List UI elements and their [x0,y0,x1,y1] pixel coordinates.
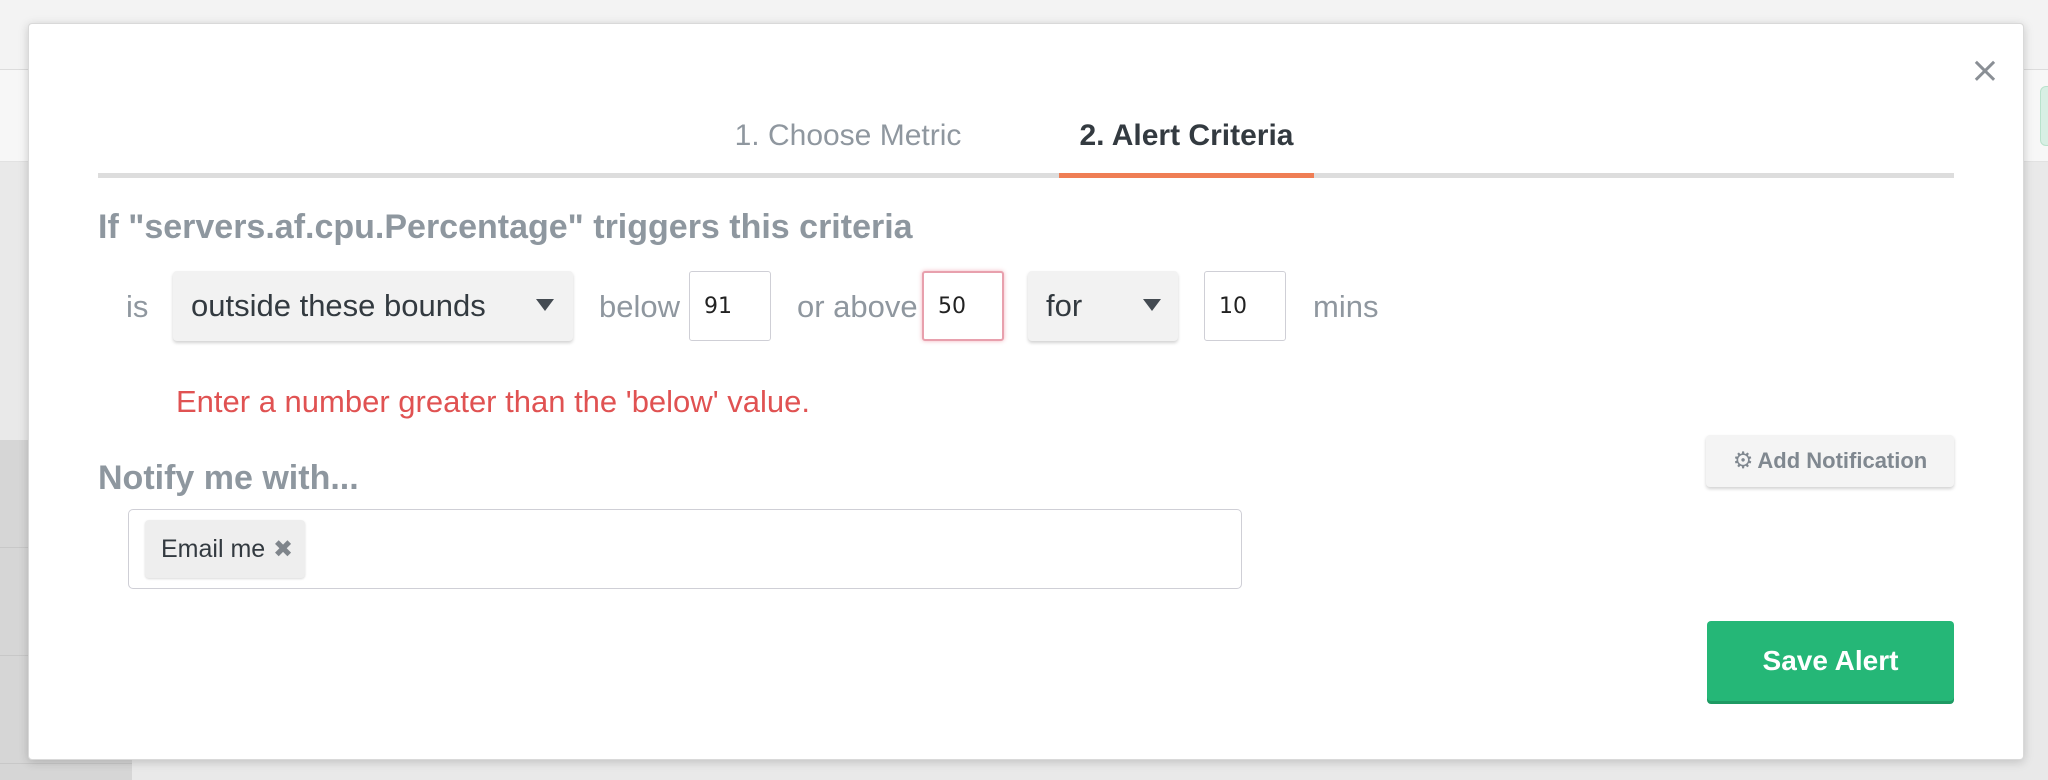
is-label: is [126,289,149,324]
add-notification-button[interactable]: ⚙ Add Notification [1706,435,1954,487]
wizard-tabs: 1. Choose Metric 2. Alert Criteria [98,94,1954,178]
condition-select[interactable]: outside these bounds [173,271,573,341]
remove-tag-icon[interactable]: ✖ [273,530,293,568]
save-alert-button[interactable]: Save Alert [1707,621,1954,701]
notify-heading: Notify me with... [98,459,359,497]
tab-choose-metric[interactable]: 1. Choose Metric [730,116,966,173]
notification-tag: Email me ✖ [145,520,305,578]
below-label: below [599,289,680,324]
duration-input[interactable] [1204,271,1286,341]
criteria-heading: If "servers.af.cpu.Percentage" triggers … [98,208,913,246]
alert-modal: × 1. Choose Metric 2. Alert Criteria If … [28,23,2024,760]
validation-error: Enter a number greater than the 'below' … [176,384,810,419]
close-icon[interactable]: × [1968,53,2002,89]
or-above-label: or above [797,289,918,324]
chevron-down-icon [536,299,554,311]
notification-tags-input[interactable]: Email me ✖ [128,509,1242,589]
tab-alert-criteria[interactable]: 2. Alert Criteria [1059,116,1314,173]
chevron-down-icon [1143,299,1161,311]
duration-mode-select[interactable]: for [1028,271,1178,341]
background-button-edge [2040,86,2048,146]
add-notification-label: Add Notification [1757,448,1928,473]
duration-mode-value: for [1046,288,1083,323]
below-input[interactable] [689,271,771,341]
active-tab-indicator [1059,173,1314,178]
condition-select-value: outside these bounds [191,288,486,323]
gear-icon: ⚙ [1732,448,1754,474]
above-input[interactable] [922,271,1004,341]
notification-tag-label: Email me [161,535,266,563]
duration-unit-label: mins [1313,289,1379,324]
